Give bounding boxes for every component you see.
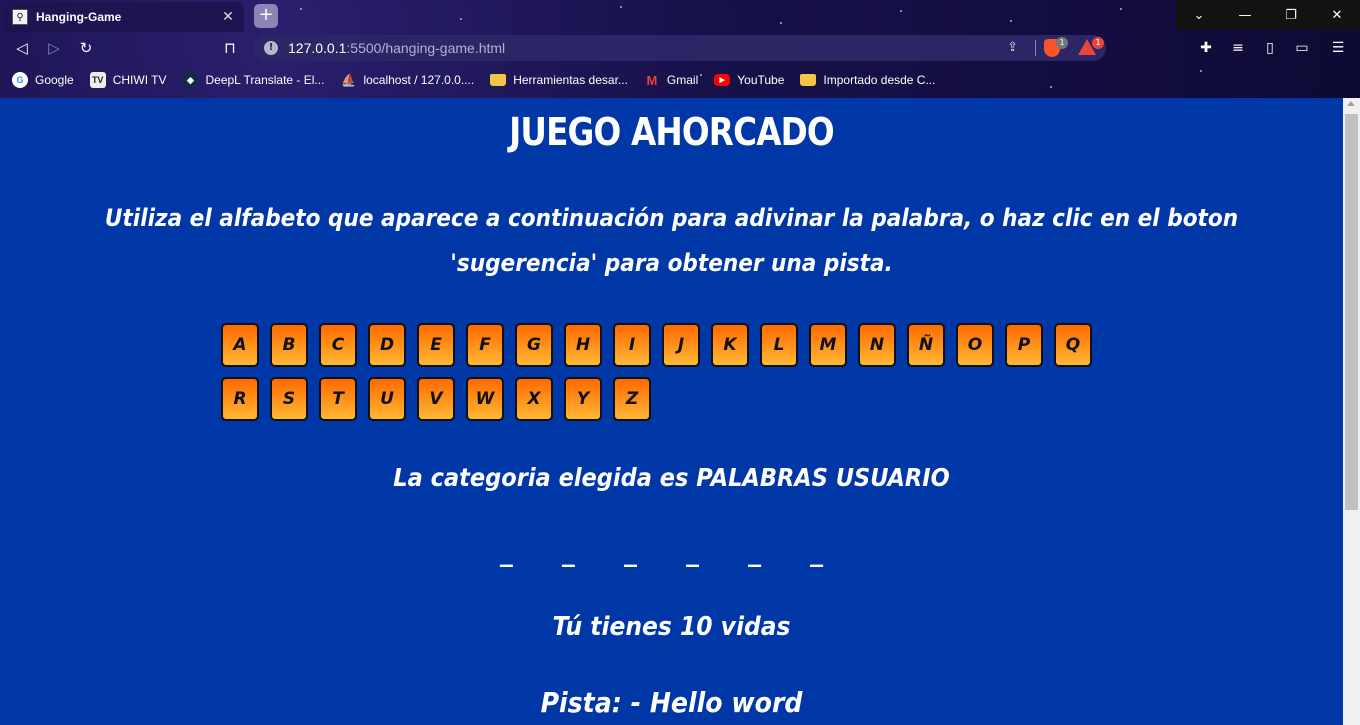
bookmark-label: DeepL Translate - El... bbox=[205, 73, 325, 87]
bookmark-item[interactable]: ◆ DeepL Translate - El... bbox=[182, 72, 324, 88]
page-title: JUEGO AHORCADO bbox=[509, 110, 835, 154]
playlist-icon[interactable]: ≡ bbox=[1228, 38, 1248, 58]
close-tab-icon[interactable]: ✕ bbox=[220, 9, 236, 25]
restore-icon[interactable]: ❐ bbox=[1268, 0, 1314, 30]
tab-title: Hanging-Game bbox=[36, 10, 122, 24]
reload-icon[interactable]: ↻ bbox=[76, 38, 96, 58]
letter-key[interactable]: Y bbox=[564, 377, 602, 421]
address-bar[interactable]: ! 127.0.0.1 :5500/hanging-game.html ⇪ 1 … bbox=[254, 35, 1106, 61]
letter-key[interactable]: J bbox=[662, 323, 700, 367]
bookmark-icon[interactable]: ⊓ bbox=[220, 38, 240, 58]
instructions-text: Utiliza el alfabeto que aparece a contin… bbox=[104, 204, 1239, 277]
bookmark-item[interactable]: M Gmail bbox=[644, 72, 698, 88]
bookmark-label: Gmail bbox=[666, 73, 699, 87]
letter-key[interactable]: O bbox=[956, 323, 994, 367]
bookmark-label: localhost / 127.0.0.... bbox=[363, 73, 475, 87]
deepl-icon: ◆ bbox=[182, 72, 199, 88]
letter-key[interactable]: H bbox=[564, 323, 602, 367]
letter-key[interactable]: W bbox=[466, 377, 504, 421]
folder-icon bbox=[490, 74, 507, 86]
bookmark-item[interactable]: TV CHIWI TV bbox=[89, 72, 167, 88]
game-page: JUEGO AHORCADO Utiliza el alfabeto que a… bbox=[0, 98, 1343, 725]
bookmark-item[interactable]: ▶ YouTube bbox=[714, 73, 784, 87]
category-text: La categoria elegida es PALABRAS USUARIO bbox=[393, 463, 950, 492]
letter-key[interactable]: E bbox=[417, 323, 455, 367]
letter-key[interactable]: X bbox=[515, 377, 553, 421]
letter-key[interactable]: R bbox=[221, 377, 259, 421]
menu-icon[interactable]: ☰ bbox=[1328, 38, 1348, 58]
bookmark-label: Importado desde C... bbox=[823, 73, 936, 87]
scroll-thumb[interactable] bbox=[1345, 114, 1358, 510]
google-icon: G bbox=[12, 72, 28, 88]
letter-key[interactable]: L bbox=[760, 323, 798, 367]
folder-icon bbox=[800, 74, 817, 86]
close-window-icon[interactable]: ✕ bbox=[1314, 0, 1360, 30]
phpmyadmin-icon: ⛵ bbox=[340, 73, 356, 87]
divider bbox=[1035, 40, 1036, 56]
hidden-word: _ _ _ _ _ _ bbox=[499, 538, 844, 568]
extensions-icon[interactable]: ✚ bbox=[1196, 38, 1216, 58]
letter-key[interactable]: C bbox=[319, 323, 357, 367]
letter-key[interactable]: M bbox=[809, 323, 847, 367]
browser-chrome: ⚲ Hanging-Game ✕ + ⌄ — ❐ ✕ ◁ ▷ ↻ ⊓ ! 127… bbox=[0, 0, 1360, 98]
share-icon[interactable]: ⇪ bbox=[1007, 40, 1018, 55]
letter-key[interactable]: V bbox=[417, 377, 455, 421]
letter-key[interactable]: B bbox=[270, 323, 308, 367]
new-tab-button[interactable]: + bbox=[254, 4, 278, 28]
bookmark-item[interactable]: Importado desde C... bbox=[800, 73, 935, 87]
shields-badge: 1 bbox=[1056, 37, 1068, 49]
gmail-icon: M bbox=[646, 72, 658, 88]
bookmark-label: Herramientas desar... bbox=[513, 73, 628, 87]
bookmark-label: YouTube bbox=[737, 73, 785, 87]
letter-key[interactable]: U bbox=[368, 377, 406, 421]
tv-icon: TV bbox=[89, 72, 106, 88]
vertical-scrollbar[interactable] bbox=[1343, 98, 1360, 725]
bookmark-label: CHIWI TV bbox=[112, 73, 167, 87]
letter-key[interactable]: T bbox=[319, 377, 357, 421]
bookmark-item[interactable]: ⛵ localhost / 127.0.0.... bbox=[340, 72, 474, 88]
tab-hanging-game[interactable]: ⚲ Hanging-Game ✕ bbox=[4, 2, 244, 32]
youtube-icon: ▶ bbox=[714, 74, 731, 86]
bookmark-label: Google bbox=[35, 73, 74, 87]
bookmarks-bar: G Google TV CHIWI TV ◆ DeepL Translate - El..… bbox=[0, 66, 1360, 94]
sidebar-icon[interactable]: ▯ bbox=[1260, 38, 1280, 58]
tab-strip: ⚲ Hanging-Game ✕ + ⌄ — ❐ ✕ bbox=[0, 0, 1360, 32]
tab-search-chevron-icon[interactable]: ⌄ bbox=[1176, 0, 1222, 30]
letter-key[interactable]: D bbox=[368, 323, 406, 367]
url-host: 127.0.0.1 bbox=[288, 40, 347, 56]
lives-text: Tú tienes 10 vidas bbox=[552, 612, 791, 642]
bookmark-item[interactable]: Herramientas desar... bbox=[490, 73, 628, 87]
rewards-badge: 1 bbox=[1092, 37, 1104, 49]
letter-key[interactable]: F bbox=[466, 323, 504, 367]
forward-icon[interactable]: ▷ bbox=[44, 38, 64, 58]
letter-key[interactable]: K bbox=[711, 323, 749, 367]
hint-text: Pista: - Hello word bbox=[540, 686, 803, 719]
bookmark-item[interactable]: G Google bbox=[12, 72, 74, 88]
url-path: :5500/hanging-game.html bbox=[346, 40, 506, 56]
toolbar: ◁ ▷ ↻ ⊓ ! 127.0.0.1 :5500/hanging-game.h… bbox=[0, 32, 1360, 64]
letter-key[interactable]: S bbox=[270, 377, 308, 421]
letter-key[interactable]: Z bbox=[613, 377, 651, 421]
letter-key[interactable]: G bbox=[515, 323, 553, 367]
site-info-icon[interactable]: ! bbox=[264, 41, 278, 55]
wallet-icon[interactable]: ▭ bbox=[1292, 38, 1312, 58]
back-icon[interactable]: ◁ bbox=[12, 38, 32, 58]
letter-key[interactable]: Q bbox=[1054, 323, 1092, 367]
letter-key[interactable]: P bbox=[1005, 323, 1043, 367]
letter-key[interactable]: I bbox=[613, 323, 651, 367]
letter-key[interactable]: A bbox=[221, 323, 259, 367]
letter-key[interactable]: N bbox=[858, 323, 896, 367]
letter-key[interactable]: Ñ bbox=[907, 323, 945, 367]
scroll-up-icon[interactable] bbox=[1347, 101, 1355, 106]
page-favicon-icon: ⚲ bbox=[12, 9, 28, 25]
minimize-icon[interactable]: — bbox=[1222, 0, 1268, 30]
